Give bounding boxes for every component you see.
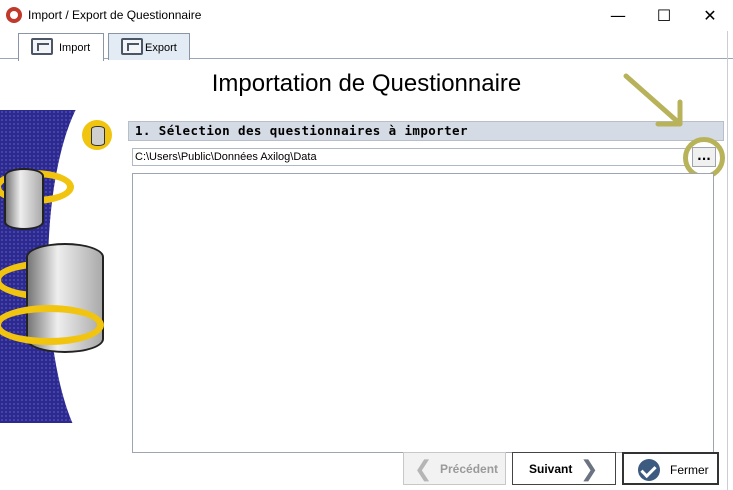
chevron-left-icon: ❮ xyxy=(414,457,433,482)
previous-label: Précédent xyxy=(440,462,499,476)
tab-export[interactable]: Export xyxy=(108,33,190,60)
maximize-button[interactable]: ☐ xyxy=(641,0,687,31)
database-illustration xyxy=(0,110,122,423)
previous-button[interactable]: ❮ Précédent xyxy=(403,452,506,485)
tab-bar: Import Export xyxy=(0,31,733,61)
tab-import-label: Import xyxy=(59,42,91,54)
next-label: Suivant xyxy=(529,462,573,476)
export-icon xyxy=(121,38,143,55)
next-button[interactable]: Suivant ❯ xyxy=(512,452,616,485)
tab-import[interactable]: Import xyxy=(18,33,104,61)
app-icon xyxy=(6,7,22,23)
database-badge-icon xyxy=(82,120,112,150)
tab-export-label: Export xyxy=(145,42,177,54)
window-title: Import / Export de Questionnaire xyxy=(28,8,202,22)
annotation-arrow-icon xyxy=(623,73,683,127)
close-label: Fermer xyxy=(670,463,709,477)
chevron-right-icon: ❯ xyxy=(580,457,599,482)
close-button[interactable]: Fermer xyxy=(622,452,719,485)
title-bar: Import / Export de Questionnaire — ☐ ✕ xyxy=(0,0,733,31)
database-small-icon xyxy=(4,168,44,230)
window-border xyxy=(727,31,728,490)
close-window-button[interactable]: ✕ xyxy=(687,0,733,31)
questionnaire-list[interactable] xyxy=(132,173,714,453)
minimize-button[interactable]: — xyxy=(595,0,641,31)
check-icon xyxy=(638,459,660,481)
path-input[interactable]: C:\Users\Public\Données Axilog\Data xyxy=(132,148,686,166)
import-icon xyxy=(31,38,53,55)
